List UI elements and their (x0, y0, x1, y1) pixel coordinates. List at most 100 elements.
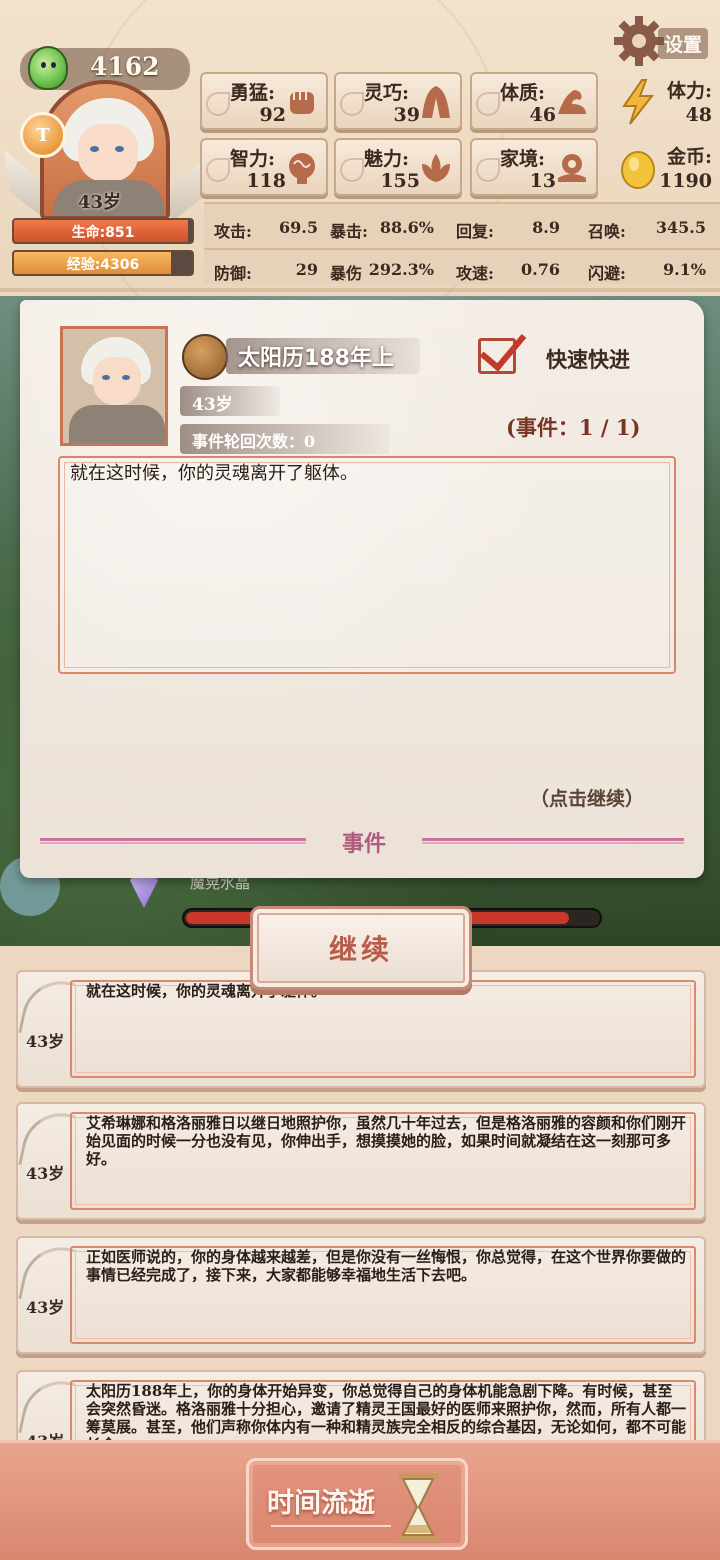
stamina-label: 体力: (666, 80, 712, 102)
ornament-icon (206, 92, 230, 116)
lightning-icon (622, 79, 655, 125)
exp-bar: 经验:4306 (12, 250, 194, 276)
seed-icon (182, 334, 228, 380)
stat-key: 闪避: (588, 264, 626, 283)
time-passes-label: 时间流逝 (267, 1488, 375, 1519)
attr-agility[interactable]: 灵巧: 39 (334, 72, 462, 130)
stat-defense: 防御: 29 (204, 250, 328, 288)
attr-name: 灵巧: (364, 82, 410, 104)
attr-value: 155 (380, 170, 420, 192)
settings-label: 设置 (658, 28, 709, 59)
log-text: 艾希琳娜和格洛丽雅日以继日地照护你，虽然几十年过去，但是格洛丽雅的容颜和你们刚开… (86, 1114, 687, 1168)
log-age: 43岁 (26, 1032, 65, 1051)
settings-button[interactable]: 设置 (612, 14, 712, 68)
stat-key: 暴击: (330, 222, 368, 241)
soul-sprout-icon (28, 46, 68, 90)
stamina-value: 48 (685, 104, 712, 126)
stat-value: 0.76 (521, 260, 560, 279)
event-footer-label: 事件 (306, 826, 423, 858)
stat-crit: 暴击: 88.6% (320, 208, 444, 246)
stat-value: 292.3% (368, 260, 434, 279)
event-text: 就在这时候，你的灵魂离开了躯体。 (70, 463, 358, 484)
attr-value: 13 (529, 170, 556, 192)
stat-value: 69.5 (279, 218, 318, 237)
stat-key: 召唤: (588, 222, 626, 241)
log-age: 43岁 (26, 1428, 64, 1440)
attr-charm[interactable]: 魅力: 155 (334, 138, 462, 196)
level-badge[interactable]: T (20, 112, 66, 158)
stat-key: 攻速: (456, 264, 494, 283)
time-passes-button[interactable]: 时间流逝 (246, 1458, 468, 1550)
ornament-icon (476, 158, 500, 182)
stat-value: 345.5 (655, 218, 706, 237)
gold-label: 金币: (666, 146, 712, 168)
exp-label: 经验:4306 (66, 257, 140, 273)
attr-value: 118 (246, 170, 286, 192)
stat-key: 攻击: (214, 222, 252, 241)
event-portrait (60, 326, 168, 446)
ornament-icon (340, 92, 364, 116)
avatar-face (78, 124, 138, 182)
attr-value: 39 (393, 104, 420, 126)
ornament-divider (271, 1525, 391, 1527)
fast-forward-checkbox[interactable] (478, 338, 516, 374)
log-text: 太阳历188年上，你的身体开始异变，你总觉得自己的身体机能急剧下降。有时候，甚至… (86, 1382, 687, 1440)
player-age: 43岁 (78, 192, 122, 213)
stat-key: 回复: (456, 222, 494, 241)
attr-name: 家境: (500, 148, 546, 170)
cloak-icon (422, 86, 450, 118)
continue-button[interactable]: 继续 (250, 906, 472, 990)
attr-name: 智力: (230, 148, 276, 170)
log-age: 43岁 (26, 1298, 65, 1317)
stat-value: 88.6% (379, 218, 434, 237)
log-entry: 43岁 太阳历188年上，你的身体开始异变，你总觉得自己的身体机能急剧下降。有时… (16, 1370, 706, 1440)
money-bag-icon (558, 154, 586, 182)
soul-points-value: 4162 (90, 52, 160, 81)
attr-value: 46 (529, 104, 556, 126)
attr-name: 勇猛: (230, 82, 276, 104)
attr-name: 体质: (500, 82, 546, 104)
log-entry: 43岁 艾希琳娜和格洛丽雅日以继日地照护你，虽然几十年过去，但是格洛丽雅的容颜和… (16, 1102, 706, 1220)
status-hud: 4162 T 43岁 生命:851 经验:4306 勇猛: 92 灵巧: 39 … (0, 0, 720, 364)
stat-value: 9.1% (662, 260, 706, 279)
fist-icon (290, 92, 314, 114)
log-entry: 43岁 正如医师说的，你的身体越来越差，但是你没有一丝悔恨，你总觉得，在这个世界… (16, 1236, 706, 1354)
attr-constitution[interactable]: 体质: 46 (470, 72, 598, 130)
event-text-frame (58, 456, 676, 674)
portrait-face (93, 357, 141, 405)
stat-attack: 攻击: 69.5 (204, 208, 328, 246)
attr-courage[interactable]: 勇猛: 92 (200, 72, 328, 130)
gold-display: 金币: 1190 (608, 138, 718, 196)
life-log[interactable]: 43岁 就在这时候，你的灵魂离开了躯体。 43岁 艾希琳娜和格洛丽雅日以继日地照… (0, 946, 720, 1440)
attr-intelligence[interactable]: 智力: 118 (200, 138, 328, 196)
tap-to-continue[interactable]: （点击继续） (530, 784, 644, 811)
stat-key: 防御: (214, 264, 252, 283)
ornament-icon (340, 158, 364, 182)
combat-stats-table: 攻击: 69.5 暴击: 88.6% 回复: 8.9 召唤: 345.5 防御:… (204, 202, 720, 284)
hp-label: 生命:851 (71, 225, 135, 241)
log-age: 43岁 (26, 1164, 65, 1183)
hp-bar: 生命:851 (12, 218, 194, 244)
event-age: 43岁 (192, 395, 233, 415)
stamina-display: 体力: 48 (608, 72, 718, 130)
brain-icon (289, 153, 315, 184)
attr-value: 92 (259, 104, 286, 126)
fast-forward-label[interactable]: 快速快进 (546, 344, 630, 374)
stat-value: 29 (295, 260, 318, 279)
portrait-body (69, 405, 165, 443)
stat-attack-speed: 攻速: 0.76 (446, 250, 570, 288)
ornament-icon (206, 158, 230, 182)
stat-crit-damage: 暴伤 292.3% (320, 250, 444, 288)
event-cycle-count: 事件轮回次数：0 (192, 432, 316, 451)
stat-key: 暴伤 (330, 264, 363, 283)
lotus-icon (422, 154, 450, 182)
muscle-icon (558, 90, 586, 114)
attr-family[interactable]: 家境: 13 (470, 138, 598, 196)
continue-label: 继续 (328, 933, 393, 966)
gold-coin-icon (621, 151, 655, 189)
stat-summon: 召唤: 345.5 (578, 208, 716, 246)
log-text: 正如医师说的，你的身体越来越差，但是你没有一丝悔恨，你总觉得，在这个世界你要做的… (86, 1248, 687, 1284)
event-title: 太阳历188年上 (238, 346, 394, 371)
attr-name: 魅力: (364, 148, 410, 170)
gold-value: 1190 (659, 170, 712, 192)
